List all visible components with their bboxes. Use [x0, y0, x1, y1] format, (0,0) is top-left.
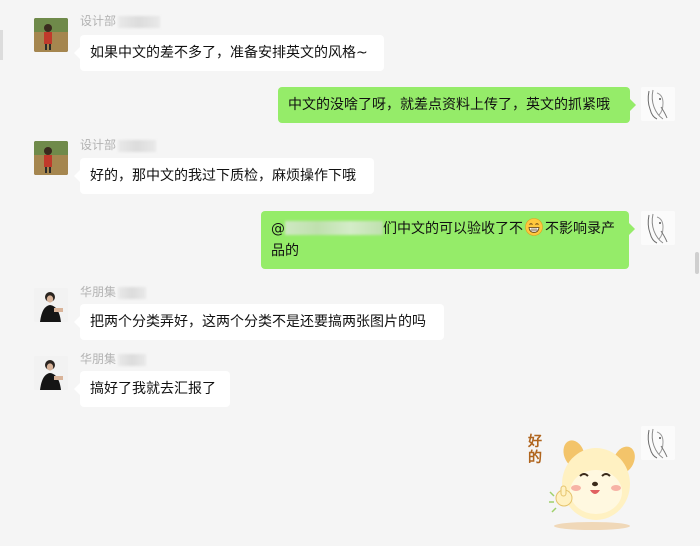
- avatar-huapeng[interactable]: [34, 356, 68, 390]
- avatar-self[interactable]: [641, 211, 675, 245]
- scrollbar[interactable]: [694, 0, 700, 546]
- message-text: 好的，那中文的我过下质检，麻烦操作下哦: [90, 168, 356, 184]
- message-bubble-incoming[interactable]: 把两个分类弄好，这两个分类不是还要搞两张图片的吗: [74, 304, 444, 340]
- dog-sticker[interactable]: 好的: [528, 432, 636, 532]
- sender-name: 设计部: [80, 12, 161, 29]
- sender-label: 华朋集: [80, 285, 117, 299]
- grin-emoji-icon: [525, 218, 543, 236]
- message-text: 把两个分类弄好，这两个分类不是还要搞两张图片的吗: [90, 314, 426, 330]
- message-bubble-outgoing[interactable]: @ 们中文的可以验收了不 不影响录产品的: [261, 211, 635, 269]
- redacted-name: [118, 353, 147, 366]
- message-text: 如果中文的差不多了，准备安排英文的风格~: [90, 45, 368, 61]
- message-bubble-incoming[interactable]: 如果中文的差不多了，准备安排英文的风格~: [74, 35, 384, 71]
- redacted-name: [118, 139, 157, 152]
- message-bubble-incoming[interactable]: 搞好了我就去汇报了: [74, 371, 230, 407]
- scrollbar-thumb[interactable]: [695, 252, 699, 274]
- redacted-name: [118, 286, 147, 299]
- avatar-design-dept[interactable]: [34, 141, 68, 175]
- avatar-huapeng[interactable]: [34, 288, 68, 322]
- sender-name: 设计部: [80, 136, 157, 153]
- message-text: 中文的没啥了呀，就差点资料上传了，英文的抓紧哦: [288, 97, 610, 113]
- message-text: 搞好了我就去汇报了: [90, 381, 216, 397]
- chat-window: 设计部 如果中文的差不多了，准备安排英文的风格~ 中文的没啥了呀，就差点资料上传…: [0, 0, 700, 546]
- redacted-mention: [285, 221, 383, 235]
- avatar-design-dept[interactable]: [34, 18, 68, 52]
- redacted-name: [118, 15, 161, 28]
- avatar-self[interactable]: [641, 426, 675, 460]
- sender-label: 华朋集: [80, 352, 117, 366]
- sender-name: 华朋集: [80, 350, 147, 367]
- message-bubble-outgoing[interactable]: 中文的没啥了呀，就差点资料上传了，英文的抓紧哦: [278, 87, 636, 123]
- sticker-text: 好的: [528, 434, 542, 466]
- sender-label: 设计部: [80, 138, 117, 152]
- message-text: 们中文的可以验收了不: [383, 221, 523, 237]
- avatar-self[interactable]: [641, 87, 675, 121]
- sender-label: 设计部: [80, 14, 117, 28]
- window-edge: [0, 30, 3, 60]
- mention-prefix: @: [271, 221, 285, 237]
- message-bubble-incoming[interactable]: 好的，那中文的我过下质检，麻烦操作下哦: [74, 158, 374, 194]
- sender-name: 华朋集: [80, 283, 147, 300]
